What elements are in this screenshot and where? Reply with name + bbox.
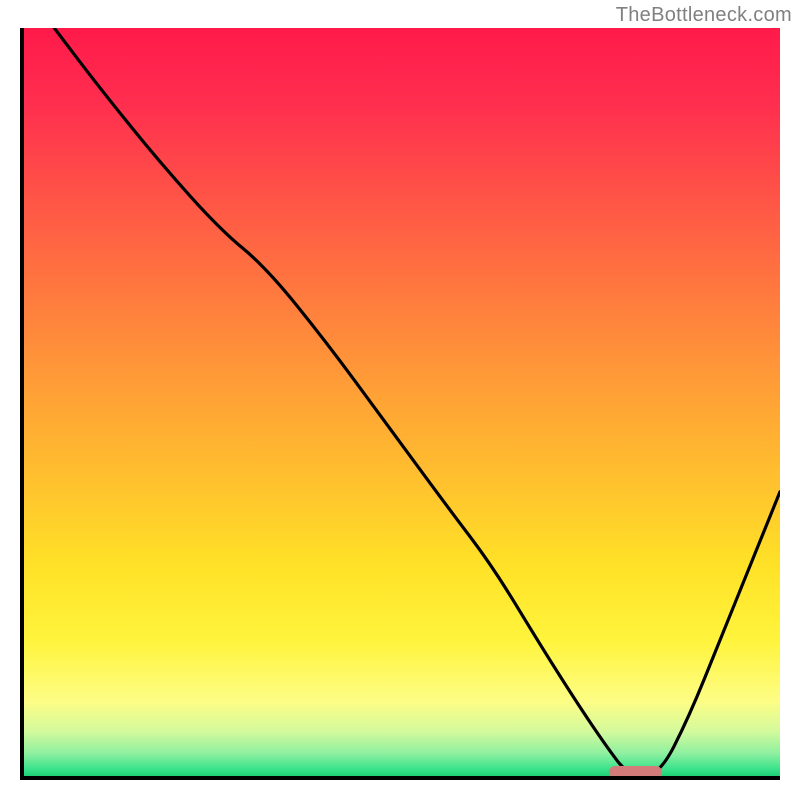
- optimal-range-marker: [609, 766, 662, 778]
- plot-area: [20, 28, 780, 780]
- chart-canvas: TheBottleneck.com: [0, 0, 800, 800]
- watermark-text: TheBottleneck.com: [616, 4, 792, 27]
- bottleneck-curve: [24, 28, 780, 776]
